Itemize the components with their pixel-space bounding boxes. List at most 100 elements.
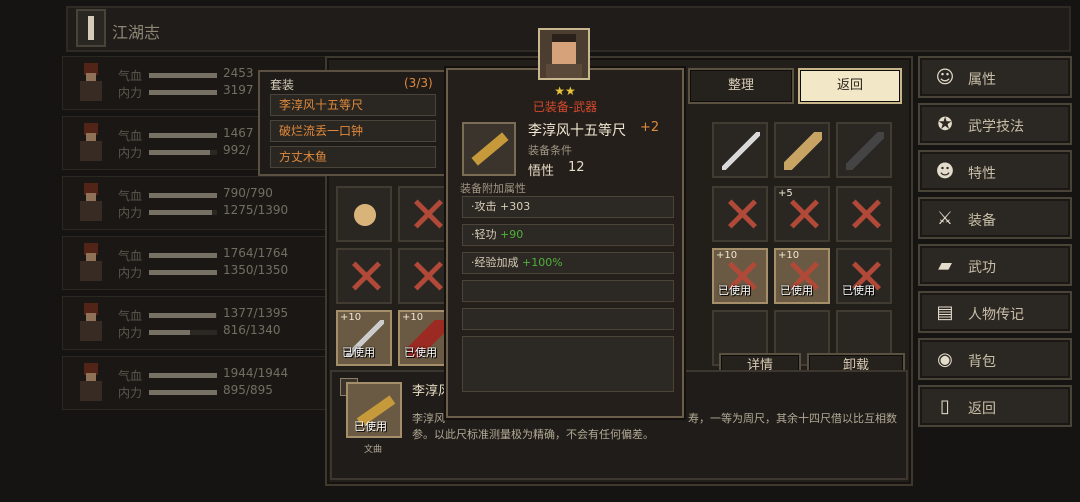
requirement-attr: 悟性: [528, 164, 555, 179]
page-title: 江湖志: [112, 23, 161, 42]
hp-value: 1377/1395: [223, 306, 289, 320]
upgrade-level: +10: [402, 312, 424, 323]
nav-label: 武功: [968, 260, 996, 276]
mp-value: 816/1340: [223, 323, 281, 337]
hp-bar: [149, 73, 217, 78]
body-icon: [546, 64, 582, 78]
nav-exit[interactable]: ▯ 返回: [918, 385, 1072, 427]
selected-item-slot[interactable]: 已使用: [346, 382, 402, 438]
item-tooltip: ★★ 已装备-武器 李淳风十五等尺 +2 装备条件 悟性 12 装备附加属性 ·…: [446, 68, 684, 418]
mp-label: 内力: [118, 326, 143, 340]
used-label: 已使用: [342, 346, 375, 359]
hp-value: 2453: [223, 66, 254, 80]
item-name: 李淳风十五等尺: [528, 123, 626, 139]
character-row[interactable]: 气血 1377/1395 内力 816/1340: [62, 296, 332, 350]
used-label: 已使用: [780, 284, 813, 297]
exit-icon: ▯: [940, 396, 950, 417]
item-desc-text-a: 李淳风: [412, 412, 445, 425]
back-button[interactable]: 返回: [798, 68, 902, 104]
nav-label: 装备: [968, 213, 996, 229]
item-slot[interactable]: +10 已使用: [774, 248, 830, 304]
upgrade-level: +10: [778, 250, 800, 261]
crossed-weapon-icon: [850, 198, 882, 230]
hp-value: 1467: [223, 126, 254, 140]
bag-icon: ◉: [937, 349, 953, 370]
property-value: +100%: [522, 256, 563, 269]
hp-label: 气血: [118, 69, 143, 83]
face-icon: [552, 42, 576, 64]
item-slot[interactable]: +10 已使用: [712, 248, 768, 304]
nav-martial-skill[interactable]: ✪ 武学技法: [918, 103, 1072, 145]
item-slot[interactable]: [712, 122, 768, 178]
set-bonus-panel: 套装 (3/3) 李淳风十五等尺 破烂流丢一口钟 方丈木鱼: [258, 70, 448, 176]
nav-label: 返回: [968, 401, 996, 417]
item-slot[interactable]: 已使用: [836, 248, 892, 304]
character-row[interactable]: 气血 1764/1764 内力 1350/1350: [62, 236, 332, 290]
set-item: 李淳风十五等尺: [270, 94, 436, 116]
nav-label: 人物传记: [968, 307, 1024, 323]
mp-label: 内力: [118, 86, 143, 100]
requirement-value: 12: [568, 160, 585, 175]
mp-label: 内力: [118, 266, 143, 280]
book-icon: ▰: [938, 255, 952, 276]
set-title: 套装: [270, 78, 295, 92]
mp-value: 1275/1390: [223, 203, 289, 217]
used-label: 已使用: [354, 420, 387, 433]
extra-attr-label: 装备附加属性: [460, 182, 526, 195]
item-slot[interactable]: [712, 186, 768, 242]
item-desc-text-c: 参。以此尺标准测量极为精确，不会有任何偏差。: [412, 428, 654, 441]
property-name: ·轻功: [471, 228, 497, 241]
nav-character[interactable]: ☺ 属性: [918, 56, 1072, 98]
character-row[interactable]: 气血 1944/1944 内力 895/895: [62, 356, 332, 410]
upgrade-level: +10: [340, 312, 362, 323]
upgrade-level: +5: [778, 188, 793, 199]
nav-label: 背包: [968, 354, 996, 370]
nav-trait[interactable]: ☻ 特性: [918, 150, 1072, 192]
empty-prop-row: [462, 280, 674, 302]
nav-bag[interactable]: ◉ 背包: [918, 338, 1072, 380]
club-icon: [846, 132, 884, 170]
item-slot[interactable]: [836, 122, 892, 178]
empty-prop-box: [462, 336, 674, 392]
hp-label: 气血: [118, 369, 143, 383]
hp-bar: [149, 253, 217, 258]
hp-value: 1764/1764: [223, 246, 289, 260]
used-label: 已使用: [718, 284, 751, 297]
rarity-stars: ★★: [554, 84, 576, 98]
ruler-icon: [471, 132, 509, 166]
crossed-weapon-icon: [412, 198, 444, 230]
property-name: ·经验加成: [471, 256, 519, 269]
item-slot[interactable]: [336, 248, 392, 304]
item-property: ·攻击 +303: [462, 196, 674, 218]
mp-label: 内力: [118, 146, 143, 160]
character-avatar: [75, 363, 107, 403]
hp-bar: [149, 313, 217, 318]
sword-icon: ⚔: [936, 208, 954, 229]
mp-value: 895/895: [223, 383, 273, 397]
item-slot[interactable]: +10 已使用: [336, 310, 392, 366]
mp-bar: [149, 150, 217, 155]
dagger-icon: [722, 132, 760, 170]
item-slot[interactable]: [336, 186, 392, 242]
nav-label: 武学技法: [968, 119, 1024, 135]
character-row[interactable]: 气血 790/790 内力 1275/1390: [62, 176, 332, 230]
gauntlet-icon: [346, 196, 384, 234]
scroll-item-icon: [784, 132, 822, 170]
item-slot[interactable]: [774, 122, 830, 178]
character-icon: ☺: [935, 67, 955, 88]
hp-bar: [149, 193, 217, 198]
nav-scroll[interactable]: ▤ 人物传记: [918, 291, 1072, 333]
crossed-weapon-icon: [350, 260, 382, 292]
nav-sword[interactable]: ⚔ 装备: [918, 197, 1072, 239]
nav-label: 属性: [968, 72, 996, 88]
chronicle-icon[interactable]: [76, 9, 106, 47]
hp-label: 气血: [118, 249, 143, 263]
martial-skill-icon: ✪: [937, 114, 953, 135]
item-slot[interactable]: +5: [774, 186, 830, 242]
mp-value: 992/: [223, 143, 250, 157]
nav-book[interactable]: ▰ 武功: [918, 244, 1072, 286]
sort-button[interactable]: 整理: [688, 68, 794, 104]
item-slot[interactable]: [836, 186, 892, 242]
set-item: 方丈木鱼: [270, 146, 436, 168]
empty-prop-row: [462, 308, 674, 330]
